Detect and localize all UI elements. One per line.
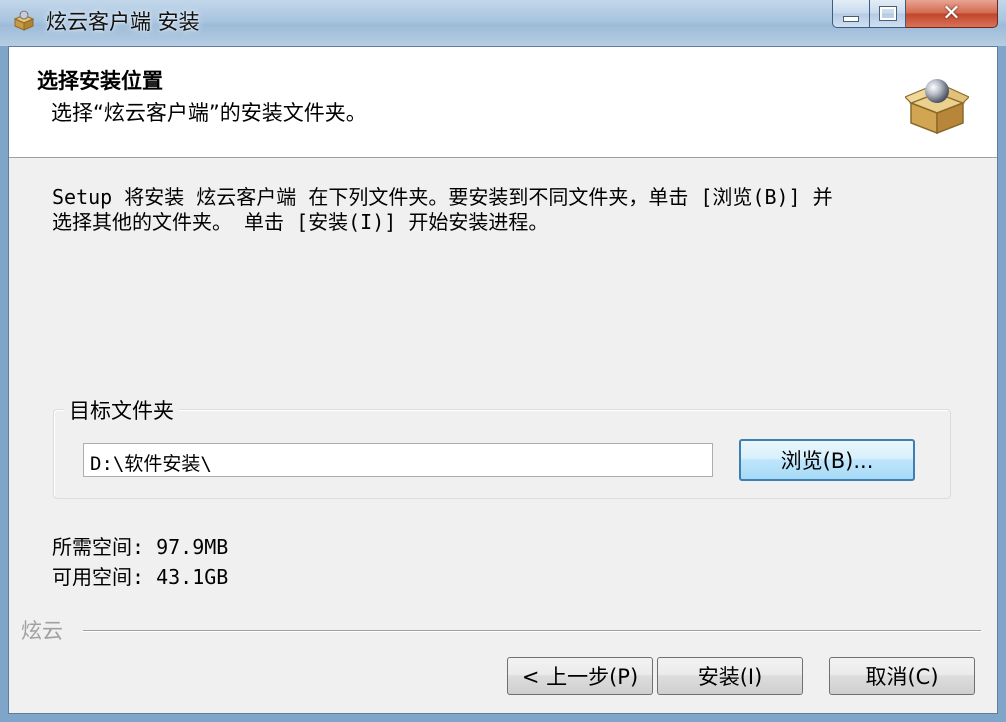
brand-label: 炫云: [21, 619, 63, 643]
back-button[interactable]: < 上一步(P): [507, 657, 653, 695]
space-required-text: 所需空间: 97.9MB: [52, 535, 229, 559]
instruction-text: Setup 将安装 炫云客户端 在下列文件夹。要安装到不同文件夹，单击 [浏览(…: [52, 185, 972, 235]
close-icon: ✕: [942, 0, 961, 26]
instruction-line-2: 选择其他的文件夹。 单击 [安装(I)] 开始安装进程。: [52, 210, 549, 234]
space-available-text: 可用空间: 43.1GB: [52, 565, 229, 589]
installer-box-icon: [905, 79, 969, 135]
install-button[interactable]: 安装(I): [657, 657, 803, 695]
cancel-button[interactable]: 取消(C): [829, 657, 975, 695]
title-bar[interactable]: 炫云客户端 安装 ✕: [0, 0, 1006, 46]
destination-folder-label: 目标文件夹: [64, 395, 179, 425]
minimize-icon: [843, 15, 859, 22]
minimize-button[interactable]: [832, 0, 870, 28]
caption-buttons: ✕: [832, 0, 998, 32]
footer-divider: [83, 630, 981, 632]
browse-button[interactable]: 浏览(B)...: [739, 439, 915, 481]
page-subtitle: 选择“炫云客户端”的安装文件夹。: [51, 101, 367, 125]
destination-path-input[interactable]: D:\软件安装\: [83, 443, 713, 477]
page-title: 选择安装位置: [37, 69, 163, 93]
installer-dialog: 选择安装位置 选择“炫云客户端”的安装文件夹。 Setup 将安装 炫云客户端 …: [8, 46, 998, 714]
page-header: 选择安装位置 选择“炫云客户端”的安装文件夹。: [9, 47, 997, 158]
instruction-line-1: Setup 将安装 炫云客户端 在下列文件夹。要安装到不同文件夹，单击 [浏览(…: [52, 185, 833, 209]
window-title: 炫云客户端 安装: [46, 10, 200, 34]
maximize-button[interactable]: [870, 0, 906, 28]
maximize-icon: [878, 6, 897, 21]
installer-box-icon: [13, 10, 35, 31]
close-button[interactable]: ✕: [906, 0, 998, 28]
